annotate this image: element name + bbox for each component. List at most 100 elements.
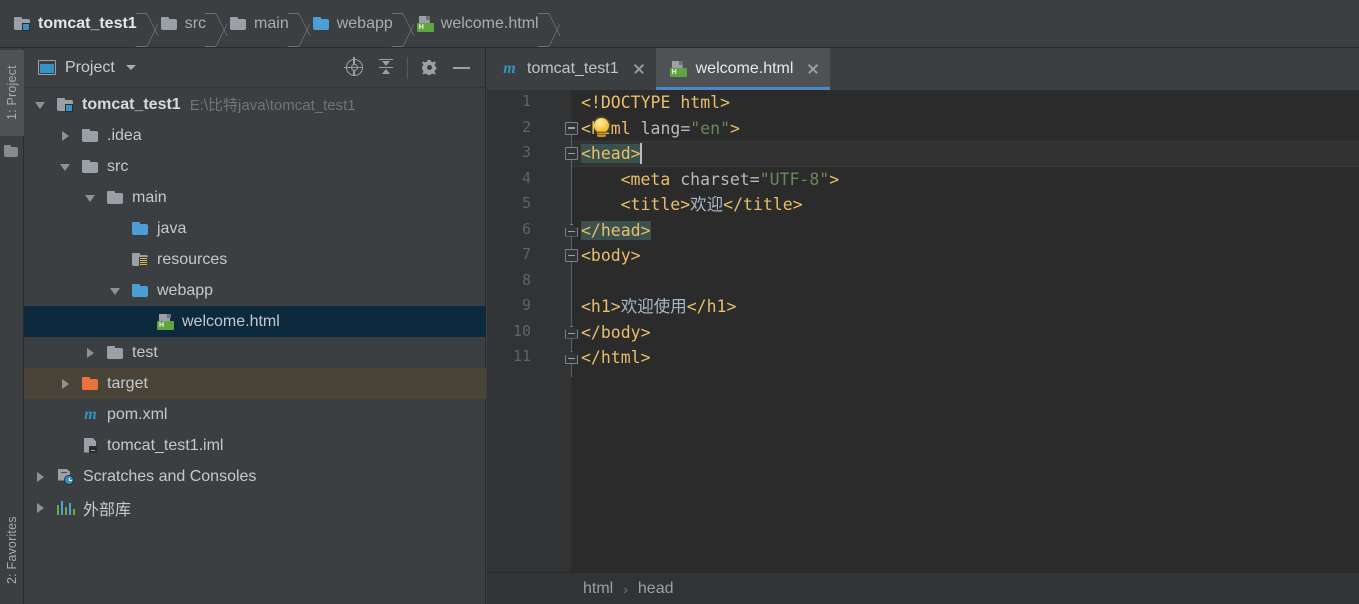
fold-region-end-icon[interactable] bbox=[565, 351, 578, 364]
code-line[interactable]: <!DOCTYPE html> bbox=[581, 90, 730, 116]
chevron-down-icon[interactable] bbox=[125, 65, 136, 70]
tree-node-test[interactable]: test bbox=[24, 337, 486, 368]
code-token: <!DOCTYPE html> bbox=[581, 93, 731, 112]
fold-region-end-icon[interactable] bbox=[565, 223, 578, 237]
settings-button[interactable] bbox=[413, 53, 445, 83]
code-line[interactable]: <body> bbox=[581, 243, 641, 269]
tree-node-label: pom.xml bbox=[107, 405, 168, 423]
tool-window-button-favorites[interactable]: 2: Favorites bbox=[0, 498, 24, 602]
tree-arrow-spacer bbox=[59, 439, 73, 453]
chevron-right-icon[interactable] bbox=[59, 129, 73, 143]
project-panel-title: Project bbox=[65, 58, 115, 76]
code-line[interactable]: <h1>欢迎使用</h1> bbox=[581, 294, 736, 320]
maven-icon: m bbox=[84, 405, 97, 423]
collapse-all-button[interactable] bbox=[370, 53, 402, 83]
close-icon[interactable] bbox=[806, 62, 820, 76]
breadcrumb-separator bbox=[139, 0, 155, 48]
close-icon[interactable] bbox=[632, 62, 646, 76]
tree-node-resources[interactable]: resources bbox=[24, 244, 486, 275]
gutter-line-number: 2 bbox=[521, 117, 531, 136]
code-token: <head> bbox=[581, 144, 641, 163]
tree-node-label: tomcat_test1.iml bbox=[107, 436, 224, 454]
breadcrumb-item-tomcat_test1[interactable]: tomcat_test1 bbox=[8, 0, 139, 48]
fold-collapse-icon[interactable] bbox=[565, 147, 578, 160]
tree-node-label: main bbox=[132, 188, 167, 206]
tree-node-label: welcome.html bbox=[182, 312, 280, 330]
gutter-line-number: 5 bbox=[521, 194, 531, 212]
fold-collapse-icon[interactable] bbox=[565, 121, 578, 135]
chevron-right-icon[interactable] bbox=[84, 346, 98, 360]
folder-blue-icon bbox=[312, 16, 330, 31]
tree-node-外部库[interactable]: 外部库 bbox=[24, 492, 486, 523]
code-token: 欢迎使用 bbox=[620, 297, 687, 316]
tree-node-scratches-and-consoles[interactable]: Scratches and Consoles bbox=[24, 461, 486, 492]
code-line[interactable]: </body> bbox=[581, 320, 651, 346]
tree-node-welcome-html[interactable]: Hwelcome.html bbox=[24, 306, 486, 337]
tree-node-java[interactable]: java bbox=[24, 213, 486, 244]
tree-node-pom-xml[interactable]: m pom.xml bbox=[24, 399, 486, 430]
gutter-line-number: 6 bbox=[521, 219, 531, 238]
hide-panel-button[interactable] bbox=[445, 53, 477, 83]
iml-file-icon bbox=[82, 437, 99, 454]
code-line[interactable]: </html> bbox=[581, 345, 651, 371]
chevron-right-icon[interactable] bbox=[59, 377, 73, 391]
editor-breadcrumb-item[interactable]: head bbox=[638, 580, 674, 598]
code-token: <title> bbox=[620, 195, 691, 214]
chevron-down-icon[interactable] bbox=[109, 284, 123, 298]
gutter-line-number: 10 bbox=[512, 321, 531, 340]
lightbulb-icon[interactable] bbox=[591, 117, 612, 139]
breadcrumb-item-webapp[interactable]: webapp bbox=[307, 0, 395, 48]
breadcrumb-separator bbox=[291, 0, 307, 48]
breadcrumb-item-main[interactable]: main bbox=[224, 0, 291, 48]
chevron-down-icon[interactable] bbox=[84, 191, 98, 205]
tree-node-src[interactable]: src bbox=[24, 151, 486, 182]
breadcrumb-item-welcome-html[interactable]: Hwelcome.html bbox=[411, 0, 541, 48]
fold-collapse-icon[interactable] bbox=[565, 249, 578, 262]
editor-tab-welcome-html[interactable]: Hwelcome.html bbox=[655, 48, 831, 90]
tool-window-button-project[interactable]: 1: Project bbox=[0, 50, 24, 136]
editor-gutter[interactable]: 1 2 3 4 5 6 7 8 9 10 11 bbox=[487, 90, 571, 572]
tree-node-label: test bbox=[132, 343, 158, 361]
tree-node-label: java bbox=[157, 219, 187, 237]
project-tree[interactable]: tomcat_test1 E:\比特java\tomcat_test1 .idea s… bbox=[24, 89, 486, 604]
code-line[interactable]: </head> bbox=[581, 218, 651, 244]
code-token: "UTF-8" bbox=[759, 169, 830, 189]
code-line[interactable]: <head> bbox=[581, 141, 641, 167]
code-token: <meta bbox=[620, 169, 681, 189]
code-line[interactable]: <meta charset="UTF-8"> bbox=[581, 167, 840, 193]
tree-arrow-spacer bbox=[59, 408, 73, 422]
tree-node-label: .idea bbox=[107, 126, 142, 144]
tree-node-target[interactable]: target bbox=[24, 368, 486, 399]
tree-node-tomcat_test1[interactable]: tomcat_test1 E:\比特java\tomcat_test1 bbox=[24, 89, 486, 120]
code-token: </body> bbox=[581, 322, 651, 342]
tree-node-label: Scratches and Consoles bbox=[83, 467, 257, 485]
fold-region-end-icon[interactable] bbox=[565, 325, 578, 339]
breadcrumb-separator bbox=[541, 0, 557, 48]
breadcrumb-separator bbox=[395, 0, 411, 48]
select-opened-file-button[interactable] bbox=[338, 53, 370, 83]
folder-blue-icon bbox=[132, 283, 149, 298]
chevron-right-icon[interactable] bbox=[34, 501, 48, 515]
chevron-down-icon[interactable] bbox=[34, 98, 48, 112]
tree-node-label: target bbox=[107, 374, 148, 392]
editor-breadcrumb-item[interactable]: html bbox=[583, 580, 613, 598]
breadcrumb-item-label: webapp bbox=[336, 14, 393, 32]
code-line[interactable]: <title>欢迎</title> bbox=[581, 192, 803, 218]
select-opened-file-icon bbox=[343, 57, 363, 76]
toolbar-divider bbox=[407, 56, 408, 79]
left-tool-window-bar: 1: Project 2: Favorites bbox=[0, 48, 24, 604]
tree-node-label: webapp bbox=[157, 281, 214, 299]
editor-tab-tomcat_test1[interactable]: m tomcat_test1 bbox=[487, 48, 656, 90]
tree-node-main[interactable]: main bbox=[24, 182, 486, 213]
tree-node--idea[interactable]: .idea bbox=[24, 120, 486, 151]
gutter-line-number: 8 bbox=[521, 270, 531, 289]
code-folding-column[interactable] bbox=[563, 90, 581, 572]
tree-node-tomcat_test1-iml[interactable]: tomcat_test1.iml bbox=[24, 430, 486, 461]
tree-node-webapp[interactable]: webapp bbox=[24, 275, 486, 306]
chevron-down-icon[interactable] bbox=[59, 160, 73, 174]
breadcrumb-item-src[interactable]: src bbox=[155, 0, 208, 48]
chevron-right-icon[interactable] bbox=[34, 470, 48, 484]
code-editor[interactable]: 1 2 3 4 5 6 7 8 9 10 11 <!DOCTYPE html> <html lang=… bbox=[487, 90, 1359, 572]
external-libraries-icon bbox=[57, 500, 76, 515]
code-text[interactable]: <!DOCTYPE html> <html lang="en"> <head> <me… bbox=[581, 90, 1359, 572]
